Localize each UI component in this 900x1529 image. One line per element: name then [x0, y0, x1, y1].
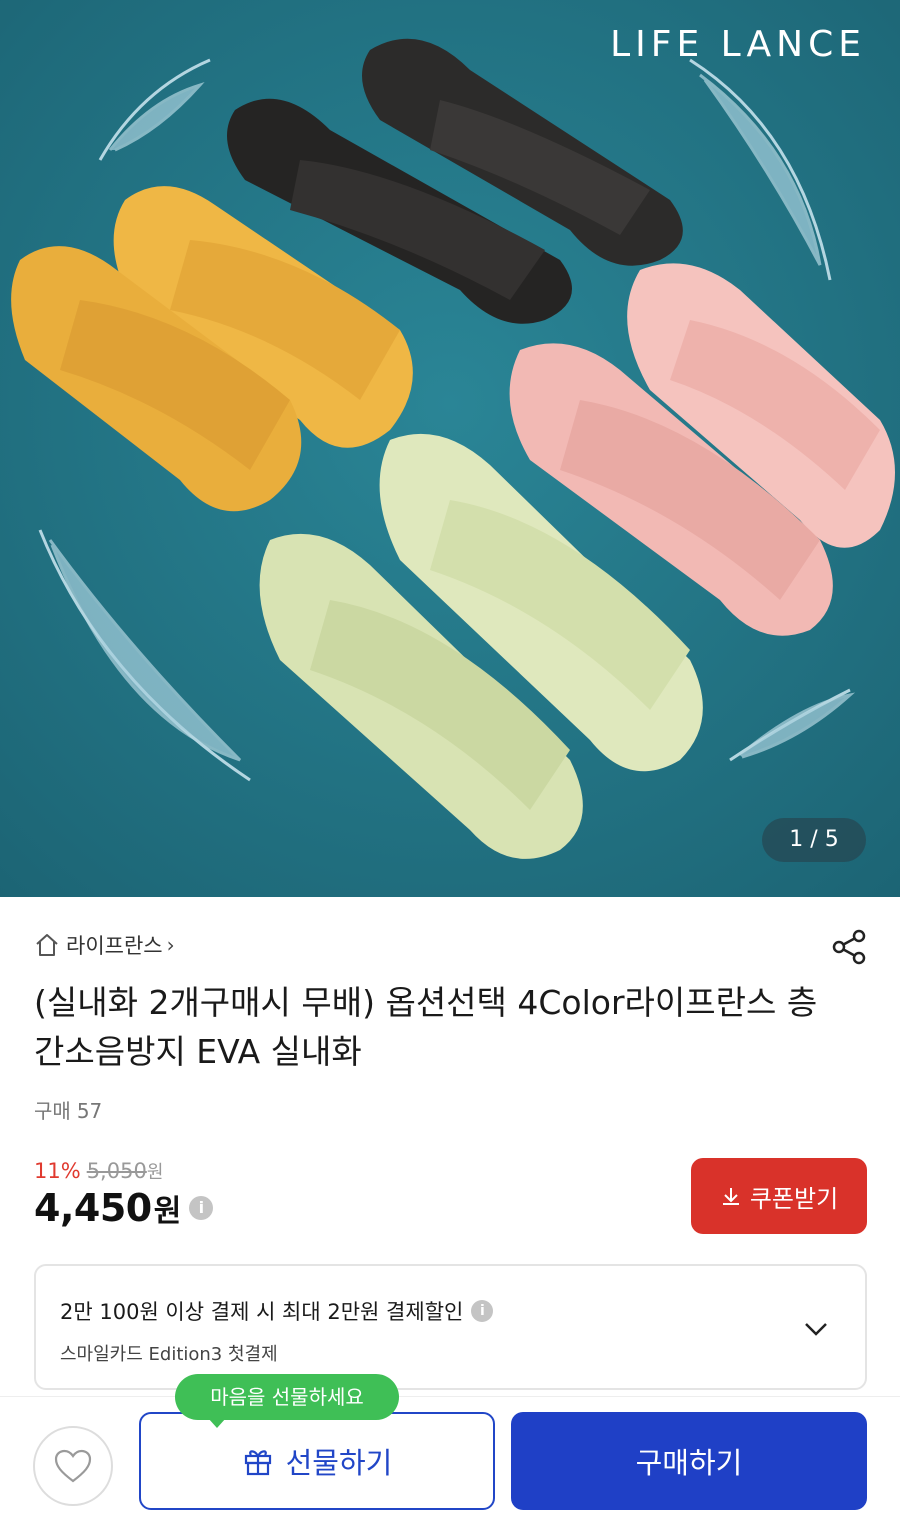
sale-price: 4,450 [34, 1186, 152, 1230]
brand-watermark: LIFE LANCE [610, 24, 866, 65]
product-image[interactable]: LIFE LANCE 1 / 5 [0, 0, 900, 897]
chevron-down-icon[interactable] [801, 1314, 831, 1344]
gift-label: 선물하기 [285, 1446, 393, 1480]
share-icon[interactable] [830, 928, 868, 966]
purchase-number: 57 [76, 1099, 103, 1123]
store-name: 라이프란스 [66, 934, 163, 958]
card-discount-subtext: 스마일카드 Edition3 첫결제 [60, 1344, 278, 1365]
purchase-count: 구매 57 [34, 1095, 102, 1124]
wishlist-button[interactable] [33, 1426, 113, 1506]
store-link[interactable]: 라이프란스 › [34, 929, 175, 961]
info-icon[interactable]: i [471, 1300, 494, 1322]
product-title: (실내화 2개구매시 무배) 옵션선택 4Color라이프란스 층간소음방지 E… [34, 983, 818, 1071]
gift-button[interactable]: 선물하기 [139, 1412, 495, 1510]
price-block: 11% 5,050 원 4,450 원 i [34, 1158, 214, 1230]
image-pager: 1 / 5 [762, 818, 866, 862]
coupon-button[interactable]: 쿠폰받기 [691, 1158, 867, 1234]
info-icon[interactable]: i [189, 1196, 214, 1220]
card-discount-panel[interactable]: 2만 100원 이상 결제 시 최대 2만원 결제할인 i 스마일카드 Edit… [34, 1264, 867, 1390]
gift-tooltip-tail [208, 1418, 226, 1428]
chevron-right-icon: › [166, 933, 175, 957]
purchase-label: 구매 [34, 1099, 71, 1123]
heart-icon [54, 1449, 92, 1483]
card-discount-text: 2만 100원 이상 결제 시 최대 2만원 결제할인 [60, 1300, 464, 1324]
product-photo [0, 0, 900, 897]
original-price: 5,050 [86, 1159, 147, 1183]
original-price-unit: 원 [146, 1162, 164, 1183]
home-icon [36, 934, 58, 956]
discount-rate: 11% [34, 1159, 81, 1183]
gift-icon [244, 1450, 271, 1476]
gift-tooltip: 마음을 선물하세요 [175, 1374, 399, 1420]
download-icon [722, 1188, 739, 1205]
buy-button[interactable]: 구매하기 [511, 1412, 867, 1510]
coupon-label: 쿠폰받기 [749, 1184, 839, 1213]
sale-price-unit: 원 [153, 1194, 182, 1229]
